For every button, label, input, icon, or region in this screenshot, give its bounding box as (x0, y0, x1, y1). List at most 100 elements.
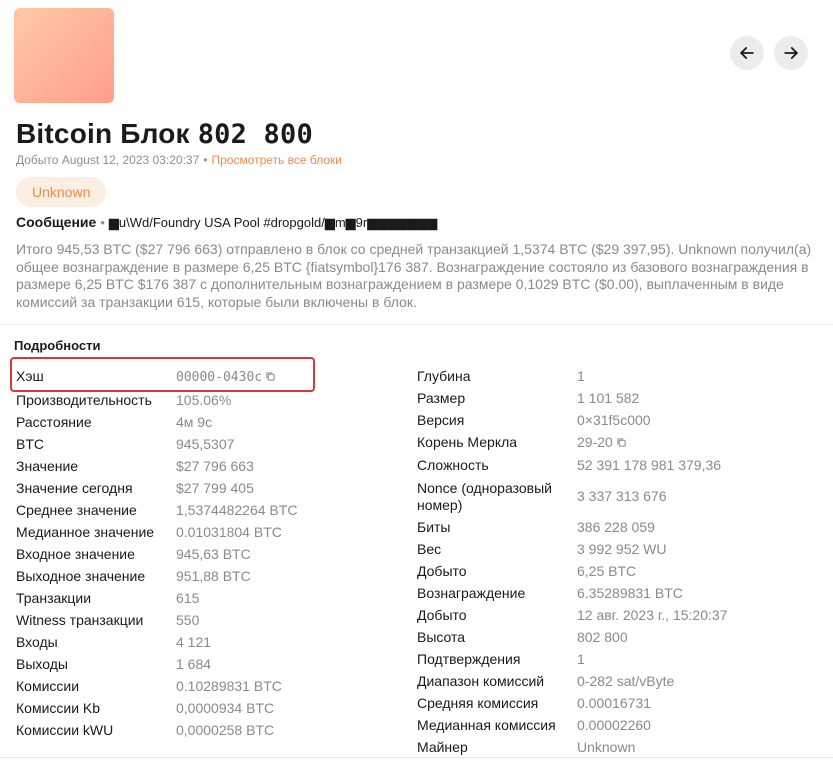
detail-value: 6.35289831 BTC (577, 582, 683, 604)
detail-value-text: 3 992 952 WU (577, 541, 667, 558)
detail-value: 1 (577, 365, 585, 387)
detail-value-text: 0.01031804 BTC (176, 524, 282, 540)
bottom-divider (0, 757, 833, 758)
message-value: ▆u\Wd/Foundry USA Pool #dropgold/▆m▆9r▆▆… (108, 215, 438, 230)
detail-row: Средняя комиссия 0.00016731 (417, 692, 827, 714)
detail-key: Транзакции (16, 590, 92, 606)
detail-value: 0,0000258 BTC (176, 719, 274, 741)
detail-row: Входы 4 121 (16, 631, 396, 653)
detail-key: Входное значение (16, 546, 135, 562)
detail-value: 29-20 (577, 431, 627, 454)
detail-key: Добыто (417, 607, 467, 624)
detail-row: Среднее значение 1,5374482264 BTC (16, 499, 396, 521)
detail-value: 0,0000934 BTC (176, 697, 274, 719)
detail-value-text: $27 796 663 (176, 458, 254, 474)
detail-row: Значение сегодня $27 799 405 (16, 477, 396, 499)
detail-key: Глубина (417, 368, 471, 384)
copy-icon[interactable] (616, 432, 627, 454)
detail-value-text: 0-282 sat/vByte (577, 673, 675, 690)
detail-value: 0-282 sat/vByte (577, 670, 674, 692)
detail-row: Выходное значение 951,88 BTC (16, 565, 396, 587)
detail-value-text: 945,5307 (176, 436, 235, 452)
separator-dot: • (100, 215, 105, 230)
detail-row: Медианное значение 0.01031804 BTC (16, 521, 396, 543)
arrow-left-icon (740, 47, 754, 59)
detail-value: 0.01031804 BTC (176, 521, 282, 543)
detail-key: Добыто (417, 563, 467, 580)
detail-value: $27 799 405 (176, 477, 254, 499)
detail-row: Подтверждения 1 (417, 648, 827, 670)
detail-value: 945,5307 (176, 433, 234, 455)
detail-value: 615 (176, 587, 199, 609)
detail-value-text: 1 (577, 651, 585, 668)
detail-key: Комиссии (16, 678, 80, 694)
detail-row: Комиссии 0.10289831 BTC (16, 675, 396, 697)
detail-value-text: 1 684 (176, 656, 212, 672)
detail-key: Медианная комиссия (417, 717, 556, 734)
detail-key: Майнер (417, 739, 468, 756)
coinbase-message: Сообщение • ▆u\Wd/Foundry USA Pool #dropgo… (16, 214, 437, 231)
detail-value-text: 951,88 BTC (176, 568, 251, 584)
detail-value-text: 0×31f5c000 (577, 412, 651, 428)
detail-row: Выходы 1 684 (16, 653, 396, 675)
detail-row: Глубина 1 (417, 365, 827, 387)
detail-key: Диапазон комиссий (417, 673, 545, 690)
detail-key: Сложность (417, 457, 489, 474)
detail-row: Комиссии Kb 0,0000934 BTC (16, 697, 396, 719)
detail-value: 3 337 313 676 (577, 485, 667, 507)
detail-value-text: $27 799 405 (176, 480, 254, 496)
separator-dot: • (203, 153, 208, 167)
detail-row: Вознаграждение 6.35289831 BTC (417, 582, 827, 604)
detail-value: 6,25 BTC (577, 560, 636, 582)
detail-row: Значение $27 796 663 (16, 455, 396, 477)
block-thumbnail (14, 8, 114, 103)
detail-value-text: 1 101 582 (577, 390, 640, 406)
detail-value: 105.06% (176, 389, 231, 411)
detail-value-text: 1,5374482264 BTC (176, 502, 298, 518)
detail-row: Добыто 6,25 BTC (417, 560, 827, 582)
detail-row: Сложность 52 391 178 981 379,36 (417, 454, 827, 476)
detail-value-text: 29-20 (577, 434, 613, 450)
details-left-column: Хэш 00000-0430c Производительность 105.06% Р… (16, 365, 396, 741)
detail-row: BTC 945,5307 (16, 433, 396, 455)
arrow-right-icon (784, 47, 798, 59)
detail-value-text: 386 228 059 (577, 519, 655, 536)
view-all-blocks-link[interactable]: Просмотреть все блоки (211, 153, 342, 167)
detail-row: Производительность 105.06% (16, 389, 396, 411)
detail-key: Размер (417, 390, 466, 406)
detail-value-text: 0,0000934 BTC (176, 700, 275, 716)
mined-line: Добыто August 12, 2023 03:20:37 • Просмотр… (16, 153, 342, 167)
detail-key: Комиссии kWU (16, 722, 114, 738)
detail-value-text: 6,25 BTC (577, 563, 637, 580)
detail-row: Майнер Unknown (417, 736, 827, 758)
next-block-button[interactable] (774, 36, 808, 70)
detail-key: Вес (417, 541, 442, 558)
detail-value: 0×31f5c000 (577, 409, 651, 431)
detail-value-text: 802 800 (577, 629, 628, 646)
detail-row: Witness транзакции 550 (16, 609, 396, 631)
detail-value-text: 105.06% (176, 392, 232, 408)
detail-value: 550 (176, 609, 199, 631)
detail-value-text: 6.35289831 BTC (577, 585, 683, 602)
detail-value: 0.10289831 BTC (176, 675, 282, 697)
detail-value: 0.00016731 (577, 692, 651, 714)
detail-key: Расстояние (16, 414, 92, 430)
detail-value-text: 12 авг. 2023 г., 15:20:37 (577, 607, 728, 624)
detail-value-text: 3 337 313 676 (577, 488, 667, 505)
detail-value: Unknown (577, 736, 635, 758)
detail-key: Средняя комиссия (417, 695, 539, 712)
pool-badge[interactable]: Unknown (16, 177, 107, 207)
detail-key: Подтверждения (417, 651, 521, 668)
detail-value: 945,63 BTC (176, 543, 251, 565)
detail-value: 3 992 952 WU (577, 538, 667, 560)
detail-row: Вес 3 992 952 WU (417, 538, 827, 560)
detail-key: Входы (16, 634, 58, 650)
detail-row: Добыто 12 авг. 2023 г., 15:20:37 (417, 604, 827, 626)
hash-highlight-box (10, 357, 315, 392)
detail-key: Высота (417, 629, 466, 646)
detail-value-text: 0.00002260 (577, 717, 651, 734)
detail-value: 52 391 178 981 379,36 (577, 454, 721, 476)
detail-value: 951,88 BTC (176, 565, 251, 587)
previous-block-button[interactable] (730, 36, 764, 70)
detail-value: 1 (577, 648, 585, 670)
